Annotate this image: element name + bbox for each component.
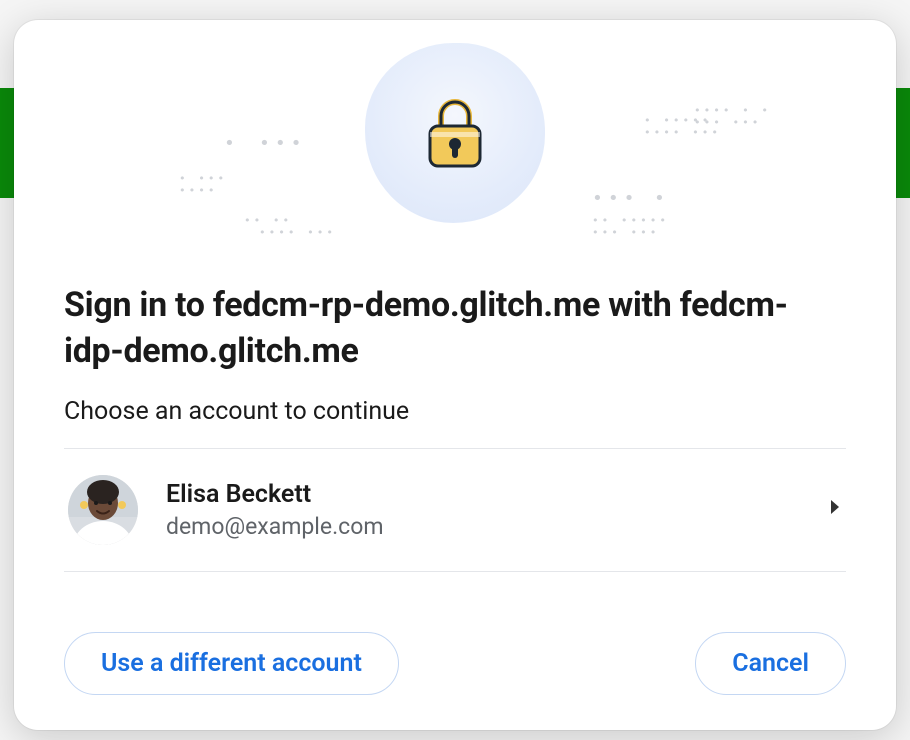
hero-area: • ••• • ••••• •••• ••• ••• • • ••• •••• … [14, 20, 896, 245]
decorative-dots: •••• • • [694, 105, 771, 116]
dialog-content: Sign in to fedcm-rp-demo.glitch.me with … [14, 283, 896, 695]
hero-blob [365, 43, 545, 223]
account-info: Elisa Beckett demo@example.com [166, 480, 828, 540]
dialog-title: Sign in to fedcm-rp-demo.glitch.me with … [64, 283, 846, 375]
dialog-actions: Use a different account Cancel [64, 632, 846, 695]
use-different-account-button[interactable]: Use a different account [64, 632, 399, 695]
avatar [68, 475, 138, 545]
account-email: demo@example.com [166, 513, 828, 540]
account-row[interactable]: Elisa Beckett demo@example.com [64, 449, 846, 571]
chevron-right-icon [828, 498, 842, 521]
decorative-dots: • [654, 190, 670, 208]
decorative-dots: •••• ••• [259, 227, 336, 238]
decorative-dots: ••• [259, 135, 307, 153]
decorative-dots: •• ••••• [592, 215, 669, 226]
decorative-dots: •••• [179, 185, 218, 196]
decorative-dots: • [224, 135, 240, 153]
cancel-button[interactable]: Cancel [695, 632, 846, 695]
divider [64, 571, 846, 572]
lock-icon [421, 94, 489, 172]
account-name: Elisa Beckett [166, 480, 828, 509]
decorative-dots: • ••• [179, 173, 227, 184]
decorative-dots: •• •• [244, 215, 292, 226]
decorative-dots: ••• [592, 190, 640, 208]
sign-in-dialog: • ••• • ••••• •••• ••• ••• • • ••• •••• … [14, 20, 896, 730]
dialog-subtitle: Choose an account to continue [64, 397, 846, 426]
decorative-dots: ••• ••• [592, 227, 659, 238]
decorative-dots: ••• ••• [694, 117, 761, 128]
